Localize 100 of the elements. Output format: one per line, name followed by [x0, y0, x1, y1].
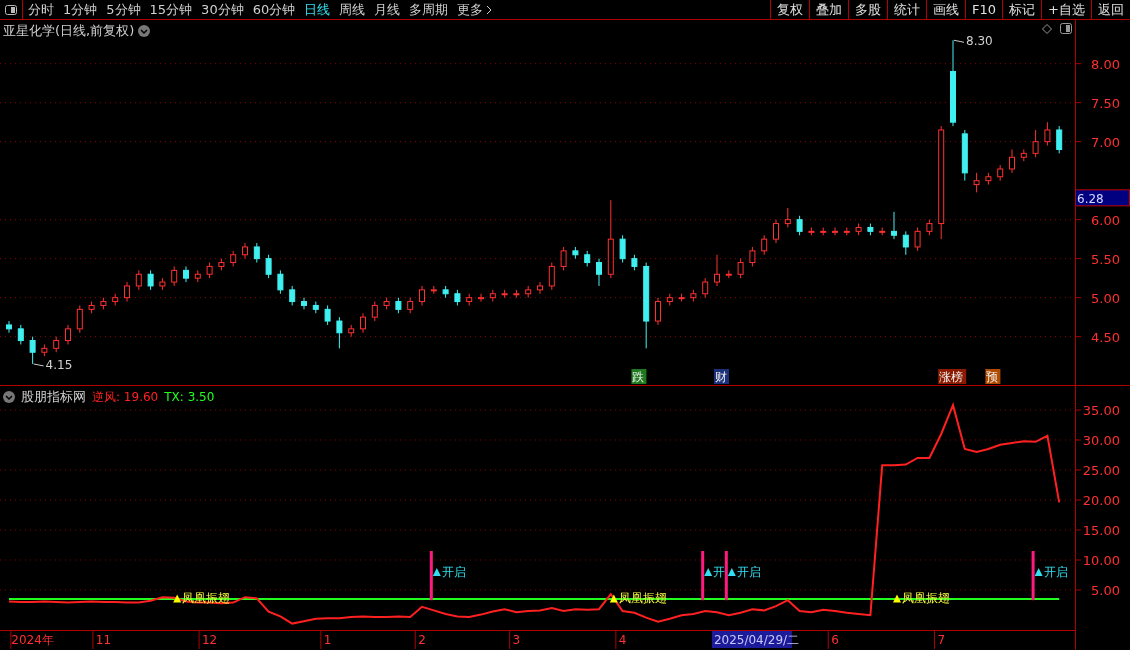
period-tab[interactable]: 分时 — [28, 0, 54, 20]
period-tab[interactable]: 15分钟 — [149, 0, 193, 20]
candlestick — [548, 262, 555, 291]
candlestick — [135, 269, 142, 291]
candlestick — [572, 246, 579, 260]
candlestick — [371, 301, 378, 322]
toolbar-button[interactable]: 复权 — [770, 0, 810, 19]
axis-label: 35.00 — [1082, 403, 1120, 418]
candlestick — [773, 219, 779, 244]
period-tab[interactable]: 5分钟 — [106, 0, 141, 20]
candlestick — [478, 293, 484, 303]
candlestick — [124, 281, 130, 303]
period-tab[interactable]: 多周期 — [409, 0, 449, 20]
candlestick — [6, 320, 12, 334]
candlestick — [926, 219, 933, 236]
signal-bar — [701, 551, 705, 601]
period-tab[interactable]: 月线 — [374, 0, 401, 20]
candlestick — [784, 207, 791, 228]
price-extreme-label: 4.15 — [45, 357, 73, 372]
triangle-icon — [893, 594, 901, 603]
signal-bar — [1031, 551, 1035, 601]
candlestick — [159, 277, 166, 291]
leader-line — [953, 39, 965, 43]
period-tab[interactable]: 更多 — [457, 0, 493, 20]
signal-label: 开启 — [1043, 565, 1068, 579]
axis-label: 25.00 — [1082, 463, 1120, 478]
toolbar-button[interactable]: 返回 — [1091, 0, 1130, 19]
axis-label: 6.00 — [1091, 212, 1120, 228]
event-tag[interactable]: 涨榜 — [938, 369, 967, 384]
candlestick — [265, 254, 272, 279]
dropdown-icon[interactable] — [3, 390, 15, 403]
candlestick — [395, 297, 402, 314]
candlestick — [360, 312, 366, 334]
period-tab[interactable]: 日线 — [304, 0, 331, 20]
axis-label: 7.50 — [1091, 95, 1120, 111]
candlestick — [761, 234, 768, 256]
date-label: 7 — [937, 633, 945, 647]
chevron-right-icon — [486, 4, 493, 15]
period-tab[interactable]: 60分钟 — [252, 0, 296, 20]
diamond-icon[interactable] — [1042, 24, 1052, 34]
toolbar-button[interactable]: 统计 — [887, 0, 927, 19]
candlestick — [29, 336, 36, 365]
axis-label: 30.00 — [1082, 433, 1120, 448]
date-label: 4 — [618, 633, 627, 647]
candlestick — [88, 301, 95, 314]
candlestick — [985, 172, 992, 186]
candlestick — [253, 242, 260, 264]
candlestick — [1020, 148, 1027, 162]
candlestick — [584, 250, 591, 267]
toolbar-button[interactable]: +自选 — [1041, 0, 1091, 19]
candlestick — [749, 246, 756, 267]
candlestick — [879, 226, 886, 236]
candlestick — [513, 289, 520, 299]
signal-bar — [724, 551, 728, 601]
axis-label: 20.00 — [1082, 493, 1120, 508]
period-tab[interactable]: 30分钟 — [201, 0, 244, 20]
candlestick — [867, 223, 874, 236]
date-label: 2024年 — [11, 633, 54, 647]
toolbar-button[interactable]: 标记 — [1002, 0, 1042, 19]
candlestick — [891, 211, 897, 240]
toolbar-button[interactable]: F10 — [965, 0, 1003, 19]
signal-label: 开启 — [441, 565, 466, 579]
last-price-tag: 6.28 — [1075, 189, 1130, 207]
date-label: 11 — [95, 633, 112, 647]
axis-label: 15.00 — [1082, 523, 1120, 538]
candlestick — [631, 254, 638, 271]
period-tab[interactable]: 1分钟 — [63, 0, 98, 20]
panel-toggle-icon[interactable] — [1060, 23, 1072, 34]
toolbar-button[interactable]: 叠加 — [809, 0, 849, 19]
candlestick — [194, 269, 201, 283]
event-tag[interactable]: 财 — [714, 369, 729, 384]
candlestick — [466, 293, 473, 306]
candlestick — [961, 129, 968, 182]
candlestick — [1056, 125, 1063, 154]
candlestick — [171, 265, 178, 287]
toolbar-button[interactable]: 多股 — [848, 0, 888, 19]
candlestick — [147, 269, 154, 291]
candlestick — [902, 230, 909, 256]
candlestick — [430, 285, 437, 295]
candlestick — [596, 258, 602, 287]
toolbar-button[interactable]: 画线 — [926, 0, 966, 19]
triangle-icon — [609, 594, 618, 603]
candlestick — [206, 262, 213, 279]
indicator-title: 股朋指标网 — [21, 388, 86, 406]
triangle-icon — [704, 568, 713, 576]
candlestick — [65, 324, 71, 345]
panel-toggle-icon[interactable] — [5, 4, 17, 15]
candlestick — [289, 285, 296, 306]
triangle-icon — [727, 568, 736, 576]
event-tag[interactable]: 预 — [985, 369, 1001, 384]
period-tab[interactable]: 周线 — [339, 0, 366, 20]
candlestick — [112, 293, 119, 306]
candlestick — [725, 269, 732, 279]
candlestick — [419, 285, 425, 306]
dropdown-icon[interactable] — [138, 24, 151, 37]
event-tag[interactable]: 跌 — [631, 369, 647, 384]
candlestick — [690, 289, 697, 303]
candlestick — [76, 304, 83, 334]
legend-reading: TX: 3.50 — [164, 388, 215, 406]
axis-label: 10.00 — [1082, 553, 1120, 568]
